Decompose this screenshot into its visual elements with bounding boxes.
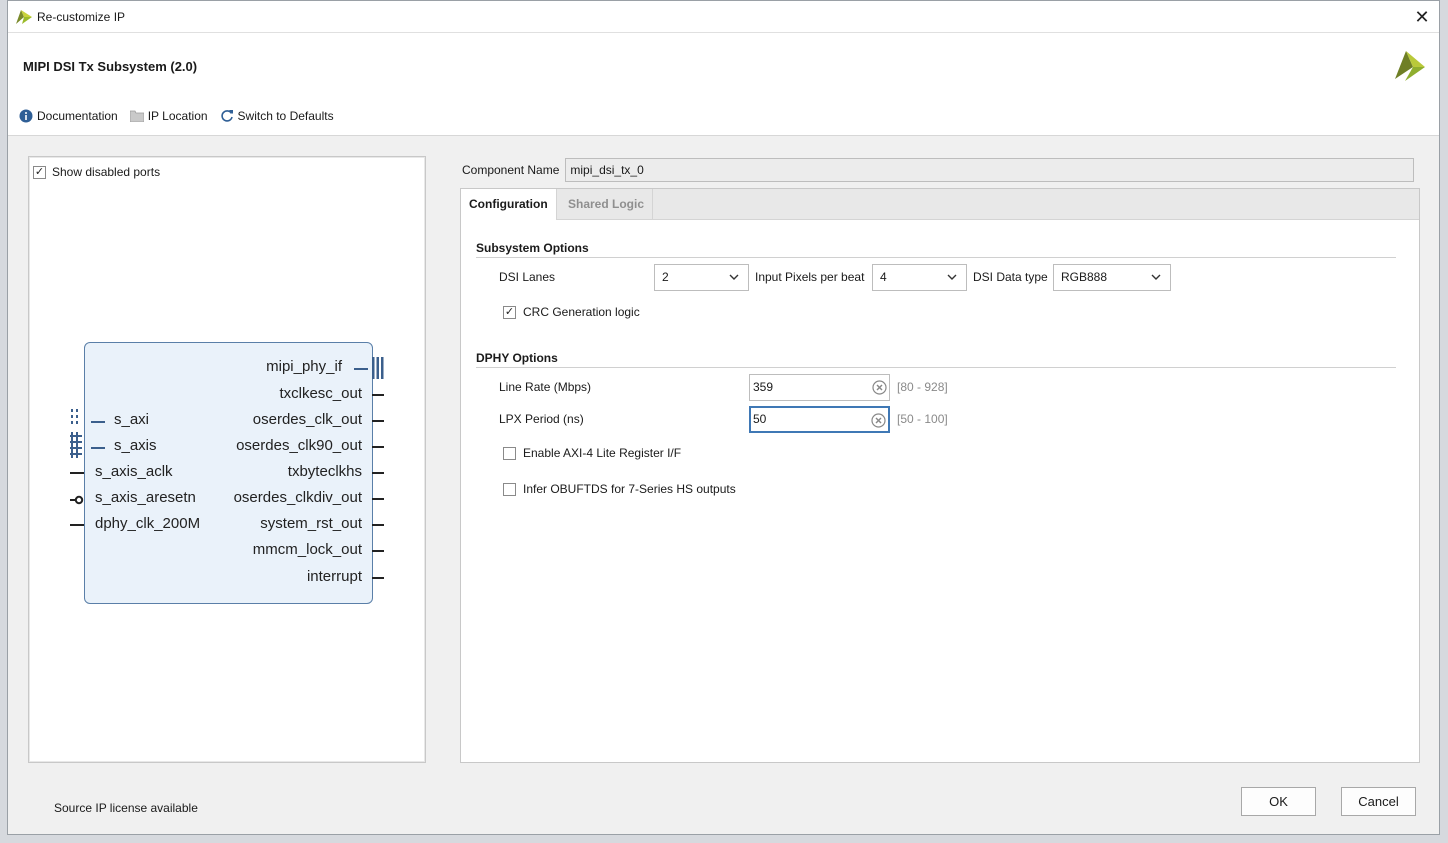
dsi-data-type-select[interactable]: RGB888	[1053, 264, 1171, 291]
infer-obuftds-label: Infer OBUFTDS for 7-Series HS outputs	[523, 482, 736, 496]
show-disabled-ports-label: Show disabled ports	[52, 165, 161, 179]
input-pixels-value: 4	[880, 270, 887, 284]
pin-interrupt	[372, 577, 384, 579]
subsystem-options-heading: Subsystem Options	[476, 241, 589, 255]
line-rate-range: [80 - 928]	[897, 380, 948, 394]
pin-s-axis-aclk	[70, 472, 84, 474]
port-s-axis: s_axis	[114, 437, 157, 454]
tab-shared-logic[interactable]: Shared Logic	[560, 189, 654, 220]
lpx-period-range: [50 - 100]	[897, 412, 948, 426]
port-s-axi: s_axi	[114, 411, 150, 428]
tab-configuration[interactable]: Configuration	[461, 189, 557, 220]
cancel-button[interactable]: Cancel	[1341, 787, 1416, 816]
port-mipi-phy-if: mipi_phy_if	[266, 358, 342, 375]
axi-lite-check-box[interactable]	[503, 446, 516, 460]
port-s-axis-aclk: s_axis_aclk	[95, 463, 173, 480]
lpx-period-input[interactable]: 50	[749, 406, 890, 433]
crc-generation-checkbox[interactable]: ✓ CRC Generation logic	[503, 305, 640, 319]
ip-location-button[interactable]: IP Location	[129, 109, 208, 123]
xilinx-brand-icon	[1393, 49, 1427, 86]
pin-oserdes-clk-out	[372, 420, 384, 422]
ok-button[interactable]: OK	[1241, 787, 1316, 816]
dsi-lanes-value: 2	[662, 270, 669, 284]
pin-oserdes-clk90-out	[372, 446, 384, 448]
info-icon	[19, 109, 33, 123]
bus-s-axis	[91, 447, 105, 449]
license-status: Source IP license available	[54, 801, 198, 815]
pin-oserdes-clkdiv-out	[372, 498, 384, 500]
toolbar: Documentation IP Location Switch to Defa…	[19, 109, 334, 123]
lpx-period-label: LPX Period (ns)	[499, 412, 584, 426]
enable-axi-lite-label: Enable AXI-4 Lite Register I/F	[523, 446, 682, 460]
input-pixels-label: Input Pixels per beat	[755, 270, 865, 284]
bus-mipi-phy-if-stripes	[372, 357, 384, 382]
pin-s-axis-aresetn	[70, 494, 84, 505]
port-oserdes-clkdiv-out: oserdes_clkdiv_out	[233, 489, 362, 506]
pin-mmcm-lock-out	[372, 550, 384, 552]
bus-dots-s-axi	[70, 409, 82, 462]
dphy-options-heading: DPHY Options	[476, 351, 558, 365]
refresh-icon	[220, 110, 233, 122]
vivado-logo-icon	[16, 10, 32, 27]
port-dphy-clk-200m: dphy_clk_200M	[95, 515, 201, 532]
port-system-rst-out: system_rst_out	[260, 515, 362, 532]
title-bar: Re-customize IP ✕	[8, 1, 1439, 33]
port-txclkesc-out: txclkesc_out	[279, 385, 362, 402]
show-disabled-ports-checkbox[interactable]: ✓ Show disabled ports	[33, 165, 160, 179]
subsystem-divider	[476, 257, 1396, 258]
port-txbyteclkhs: txbyteclkhs	[287, 463, 362, 480]
switch-to-defaults-button[interactable]: Switch to Defaults	[220, 109, 334, 123]
window-title: Re-customize IP	[37, 10, 126, 24]
input-pixels-select[interactable]: 4	[872, 264, 967, 291]
config-tabs-panel: Configuration Shared Logic Subsystem Opt…	[460, 188, 1420, 763]
chevron-down-icon	[729, 274, 739, 280]
recustomize-ip-dialog: Re-customize IP ✕ MIPI DSI Tx Subsystem …	[7, 0, 1440, 835]
documentation-label: Documentation	[37, 109, 118, 123]
documentation-button[interactable]: Documentation	[19, 109, 118, 123]
chevron-down-icon	[947, 274, 957, 280]
switch-to-defaults-label: Switch to Defaults	[237, 109, 334, 123]
ip-title: MIPI DSI Tx Subsystem (2.0)	[23, 59, 198, 74]
port-interrupt: interrupt	[306, 568, 362, 585]
lpx-period-value: 50	[753, 412, 767, 426]
close-icon[interactable]: ✕	[1411, 6, 1433, 28]
crc-check-box[interactable]: ✓	[503, 305, 516, 319]
port-oserdes-clk90-out: oserdes_clk90_out	[236, 437, 362, 454]
bus-s-axi	[91, 421, 105, 423]
folder-icon	[129, 110, 144, 122]
component-name-field[interactable]: mipi_dsi_tx_0	[565, 158, 1415, 182]
pin-txclkesc-out	[372, 394, 384, 396]
dsi-data-type-value: RGB888	[1061, 270, 1108, 284]
crc-generation-label: CRC Generation logic	[523, 305, 640, 319]
dialog-header: MIPI DSI Tx Subsystem (2.0) Documentatio…	[8, 33, 1439, 136]
clear-icon[interactable]	[871, 413, 886, 428]
line-rate-label: Line Rate (Mbps)	[499, 380, 592, 394]
line-rate-input[interactable]: 359	[749, 374, 890, 401]
bus-mipi-phy-if	[354, 368, 368, 370]
clear-icon[interactable]	[872, 380, 887, 395]
show-disabled-check-box[interactable]: ✓	[33, 165, 46, 179]
line-rate-value: 359	[753, 380, 774, 394]
component-name-label: Component Name	[462, 163, 560, 177]
enable-axi-lite-checkbox[interactable]: Enable AXI-4 Lite Register I/F	[503, 446, 681, 460]
pin-dphy-clk	[70, 524, 84, 526]
ip-block-symbol: mipi_phy_if txclkesc_out oserdes_clk_out…	[84, 342, 373, 604]
dsi-lanes-select[interactable]: 2	[654, 264, 749, 291]
port-s-axis-aresetn: s_axis_aresetn	[95, 489, 196, 506]
component-name-row: Component Name mipi_dsi_tx_0	[462, 158, 1415, 182]
tab-bar: Configuration Shared Logic	[461, 189, 1419, 220]
ip-symbol-panel: ✓ Show disabled ports mipi_phy_if txclke…	[28, 156, 426, 763]
infer-obuftds-checkbox[interactable]: Infer OBUFTDS for 7-Series HS outputs	[503, 482, 736, 496]
port-mmcm-lock-out: mmcm_lock_out	[252, 541, 362, 558]
dsi-lanes-label: DSI Lanes	[499, 270, 556, 284]
pin-system-rst-out	[372, 524, 384, 526]
port-oserdes-clk-out: oserdes_clk_out	[252, 411, 362, 428]
obuftds-check-box[interactable]	[503, 482, 516, 496]
dsi-data-type-label: DSI Data type	[973, 270, 1048, 284]
chevron-down-icon	[1151, 274, 1161, 280]
dphy-divider	[476, 367, 1396, 368]
pin-txbyteclkhs	[372, 472, 384, 474]
ip-location-label: IP Location	[147, 109, 208, 123]
